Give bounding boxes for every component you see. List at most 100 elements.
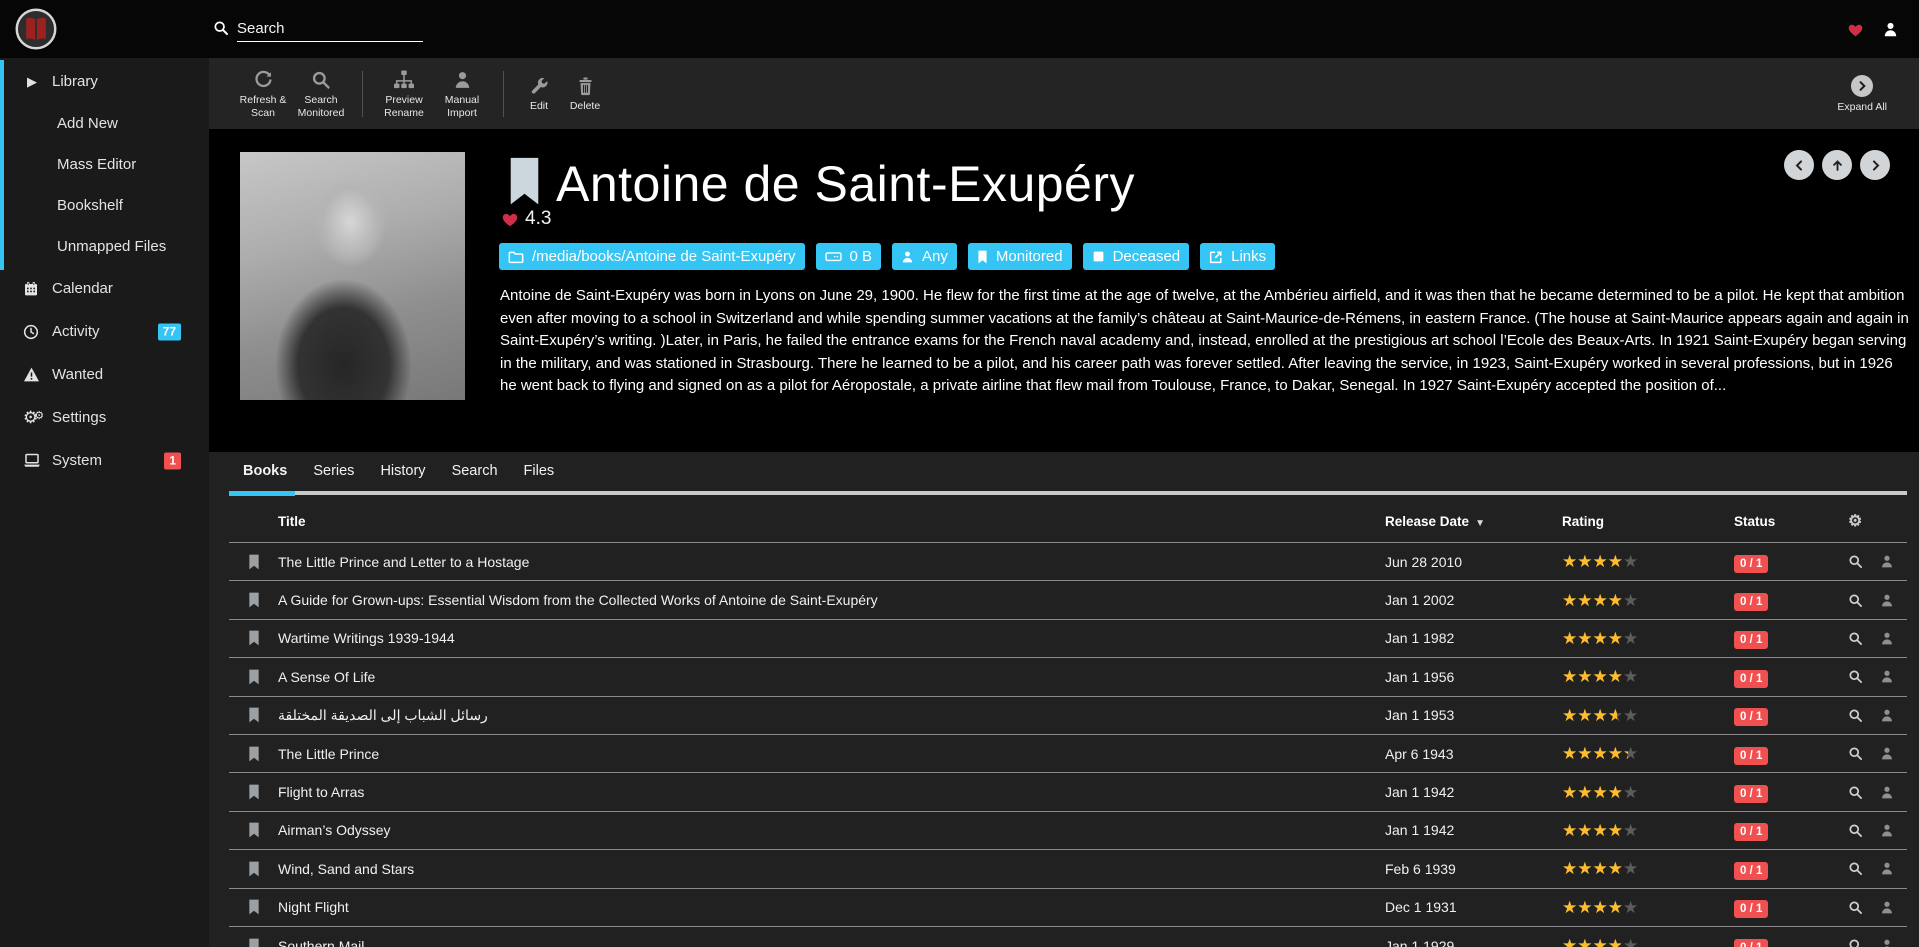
automatic-search-icon[interactable] — [1848, 900, 1863, 915]
sidebar-item-wanted[interactable]: Wanted — [0, 353, 209, 396]
interactive-search-icon[interactable] — [1880, 631, 1894, 646]
interactive-search-icon[interactable] — [1880, 669, 1894, 684]
table-row[interactable]: Wind, Sand and Stars Feb 6 1939 ★★★★★★★★… — [229, 849, 1907, 887]
author-links-chip[interactable]: Links — [1200, 243, 1275, 270]
table-row[interactable]: The Little Prince Apr 6 1943 ★★★★★★★★★★ … — [229, 734, 1907, 772]
sidebar-item-activity[interactable]: Activity 77 — [0, 310, 209, 353]
automatic-search-icon[interactable] — [1848, 823, 1863, 838]
book-monitored-bookmark-icon[interactable] — [248, 822, 260, 838]
delete-button[interactable]: Delete — [562, 74, 608, 112]
interactive-search-icon[interactable] — [1880, 746, 1894, 761]
table-row[interactable]: A Sense Of Life Jan 1 1956 ★★★★★★★★★★ 0 … — [229, 657, 1907, 695]
readarr-logo[interactable] — [15, 8, 57, 50]
user-icon[interactable] — [1882, 21, 1899, 38]
sidebar-item-system[interactable]: System 1 — [0, 439, 209, 482]
column-release-date[interactable]: Release Date▼ — [1385, 514, 1562, 529]
column-status[interactable]: Status — [1734, 514, 1848, 529]
book-title[interactable]: Night Flight — [278, 899, 349, 915]
scroll-top-button[interactable] — [1822, 150, 1852, 180]
table-row[interactable]: Flight to Arras Jan 1 1942 ★★★★★★★★★★ 0 … — [229, 772, 1907, 810]
trash-icon — [577, 74, 594, 96]
previous-author-button[interactable] — [1784, 150, 1814, 180]
book-monitored-bookmark-icon[interactable] — [248, 669, 260, 685]
tab-search[interactable]: Search — [439, 452, 511, 489]
automatic-search-icon[interactable] — [1848, 708, 1863, 723]
book-title[interactable]: A Guide for Grown-ups: Essential Wisdom … — [278, 592, 878, 608]
tab-series[interactable]: Series — [300, 452, 367, 489]
column-rating[interactable]: Rating — [1562, 514, 1734, 529]
sidebar-item-label: System — [52, 452, 102, 469]
interactive-search-icon[interactable] — [1880, 861, 1894, 876]
book-title[interactable]: A Sense Of Life — [278, 669, 375, 685]
table-row[interactable]: Wartime Writings 1939-1944 Jan 1 1982 ★★… — [229, 619, 1907, 657]
book-monitored-bookmark-icon[interactable] — [248, 938, 260, 947]
book-monitored-bookmark-icon[interactable] — [248, 707, 260, 723]
column-title[interactable]: Title — [278, 514, 306, 529]
automatic-search-icon[interactable] — [1848, 631, 1863, 646]
tab-books[interactable]: Books — [230, 452, 300, 489]
table-row[interactable]: رسائل الشباب إلى الصديقة المختلقة Jan 1 … — [229, 696, 1907, 734]
table-row[interactable]: Night Flight Dec 1 1931 ★★★★★★★★★★ 0 / 1 — [229, 888, 1907, 926]
sidebar-item-settings[interactable]: ⚙⚙ Settings — [0, 396, 209, 439]
interactive-search-icon[interactable] — [1880, 900, 1894, 915]
expand-all-button[interactable]: Expand All — [1837, 75, 1887, 113]
automatic-search-icon[interactable] — [1848, 938, 1863, 947]
refresh-scan-button[interactable]: Refresh & Scan — [234, 68, 292, 119]
sidebar-item-calendar[interactable]: Calendar — [0, 267, 209, 310]
table-row[interactable]: Southern Mail Jan 1 1929 ★★★★★★★★★★ 0 / … — [229, 926, 1907, 947]
automatic-search-icon[interactable] — [1848, 746, 1863, 761]
automatic-search-icon[interactable] — [1848, 785, 1863, 800]
author-biography[interactable]: Antoine de Saint-Exupéry was born in Lyo… — [500, 285, 1912, 398]
search-monitored-button[interactable]: Search Monitored — [292, 68, 350, 119]
sidebar-item-add-new[interactable]: Add New — [0, 103, 209, 144]
book-title[interactable]: Airman’s Odyssey — [278, 822, 391, 838]
tab-history[interactable]: History — [367, 452, 438, 489]
table-row[interactable]: A Guide for Grown-ups: Essential Wisdom … — [229, 580, 1907, 618]
interactive-search-icon[interactable] — [1880, 785, 1894, 800]
book-monitored-bookmark-icon[interactable] — [248, 630, 260, 646]
sidebar-item-bookshelf[interactable]: Bookshelf — [0, 185, 209, 226]
book-title[interactable]: Wartime Writings 1939-1944 — [278, 630, 455, 646]
edit-button[interactable]: Edit — [516, 74, 562, 112]
preview-rename-button[interactable]: Preview Rename — [375, 68, 433, 119]
sidebar-item-mass-editor[interactable]: Mass Editor — [0, 144, 209, 185]
book-title[interactable]: The Little Prince and Letter to a Hostag… — [278, 554, 529, 570]
book-monitored-bookmark-icon[interactable] — [248, 592, 260, 608]
book-monitored-bookmark-icon[interactable] — [248, 784, 260, 800]
interactive-search-icon[interactable] — [1880, 938, 1894, 947]
donate-heart-icon[interactable] — [1847, 22, 1864, 37]
search-input[interactable] — [237, 16, 423, 42]
book-monitored-bookmark-icon[interactable] — [248, 554, 260, 570]
book-title[interactable]: Wind, Sand and Stars — [278, 861, 414, 877]
tab-files[interactable]: Files — [511, 452, 568, 489]
sidebar-item-library[interactable]: ▶ Library — [0, 60, 209, 103]
author-status-chip[interactable]: Deceased — [1083, 243, 1190, 270]
book-monitored-bookmark-icon[interactable] — [248, 746, 260, 762]
book-title[interactable]: Southern Mail — [278, 938, 364, 947]
book-title[interactable]: رسائل الشباب إلى الصديقة المختلقة — [278, 707, 488, 724]
interactive-search-icon[interactable] — [1880, 554, 1894, 569]
interactive-search-icon[interactable] — [1880, 823, 1894, 838]
table-row[interactable]: The Little Prince and Letter to a Hostag… — [229, 542, 1907, 580]
book-monitored-bookmark-icon[interactable] — [248, 861, 260, 877]
next-author-button[interactable] — [1860, 150, 1890, 180]
interactive-search-icon[interactable] — [1880, 708, 1894, 723]
bookmark-icon[interactable] — [509, 157, 540, 207]
automatic-search-icon[interactable] — [1848, 593, 1863, 608]
automatic-search-icon[interactable] — [1848, 861, 1863, 876]
automatic-search-icon[interactable] — [1848, 669, 1863, 684]
author-size-chip[interactable]: 0 B — [816, 243, 882, 270]
book-title[interactable]: Flight to Arras — [278, 784, 364, 800]
manual-import-button[interactable]: Manual Import — [433, 68, 491, 119]
sidebar-item-unmapped-files[interactable]: Unmapped Files — [0, 226, 209, 267]
table-row[interactable]: Airman’s Odyssey Jan 1 1942 ★★★★★★★★★★ 0… — [229, 811, 1907, 849]
author-poster[interactable] — [240, 152, 465, 400]
author-path-chip[interactable]: /media/books/Antoine de Saint-Exupéry — [499, 243, 805, 270]
author-monitored-chip[interactable]: Monitored — [968, 243, 1072, 270]
book-title[interactable]: The Little Prince — [278, 746, 379, 762]
author-quality-chip[interactable]: Any — [892, 243, 957, 270]
automatic-search-icon[interactable] — [1848, 554, 1863, 569]
table-options-gear-icon[interactable]: ⚙ — [1848, 511, 1862, 531]
book-monitored-bookmark-icon[interactable] — [248, 899, 260, 915]
interactive-search-icon[interactable] — [1880, 593, 1894, 608]
